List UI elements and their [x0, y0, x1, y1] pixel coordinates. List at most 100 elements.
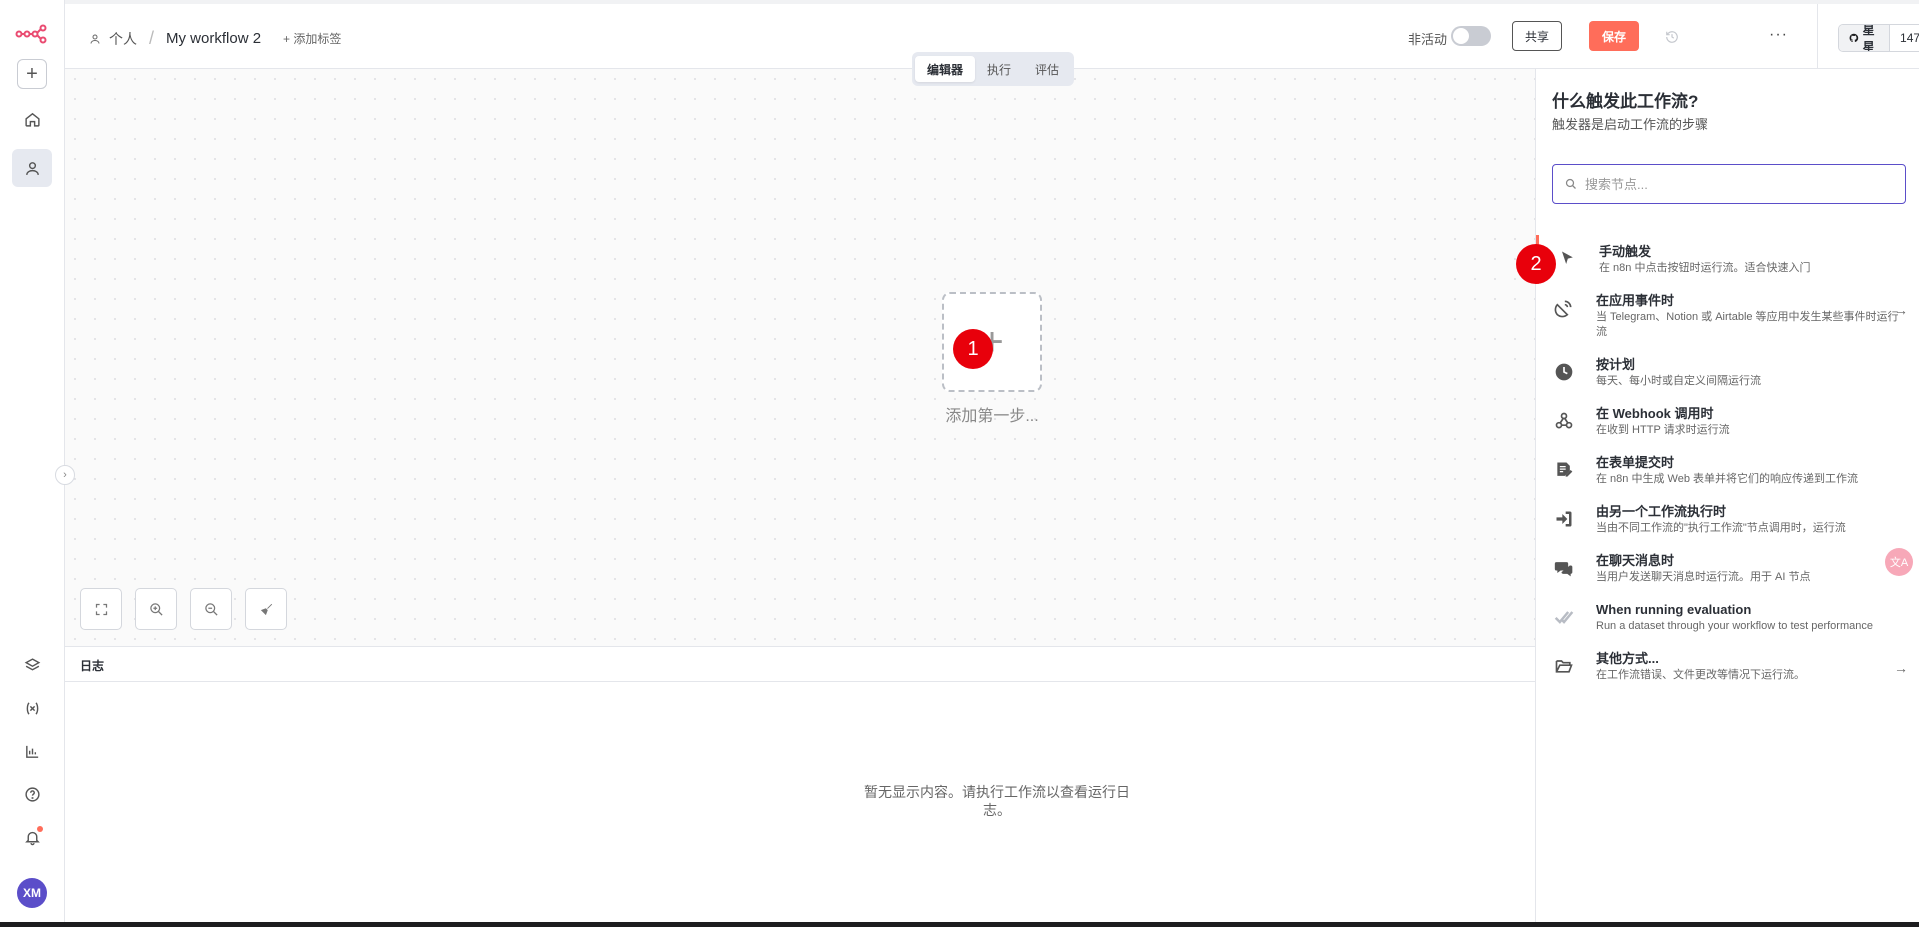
insights-button[interactable] [12, 732, 52, 770]
panel-subtitle: 触发器是启动工作流的步骤 [1552, 117, 1709, 132]
active-toggle[interactable] [1451, 26, 1491, 46]
n8n-app: + XM › 个人 / My workflow 2 + 添加标签 非活动 共享 … [0, 0, 1919, 927]
expand-sidebar-button[interactable]: › [55, 465, 75, 485]
more-options-button[interactable]: ··· [1769, 26, 1788, 44]
trigger-item-evaluation[interactable]: When running evaluation Run a dataset th… [1536, 593, 1919, 642]
toggle-knob [1453, 28, 1469, 44]
trigger-description: 当用户发送聊天消息时运行流。用于 AI 节点 [1596, 571, 1811, 583]
home-icon [24, 112, 40, 127]
user-icon [90, 34, 100, 44]
broom-icon [260, 603, 272, 615]
trigger-list: 手动触发 在 n8n 中点击按钮时运行流。适合快速入门 在应用事件时 当 Tel… [1536, 235, 1919, 691]
workflow-name[interactable]: My workflow 2 [166, 30, 261, 47]
help-icon [24, 786, 40, 802]
save-button[interactable]: 保存 [1589, 21, 1639, 51]
folder-open-icon [1552, 654, 1576, 678]
trigger-item-chat[interactable]: 在聊天消息时 当用户发送聊天消息时运行流。用于 AI 节点 [1536, 544, 1919, 593]
arrow-right-icon: → [1894, 660, 1908, 676]
translate-icon[interactable]: 文A [1885, 548, 1913, 576]
trigger-name: 由另一个工作流执行时 [1596, 504, 1727, 519]
add-first-step-label: 添加第一步... [945, 408, 1039, 425]
step-badge-1: 1 [953, 329, 993, 369]
step-badge-2: 2 [1516, 244, 1556, 284]
bottom-strip [0, 922, 1919, 927]
layers-icon [24, 657, 40, 671]
trigger-name: 在聊天消息时 [1596, 553, 1675, 568]
zoom-out-button[interactable] [190, 588, 232, 630]
breadcrumb-owner[interactable]: 个人 [109, 29, 137, 49]
trigger-item-manual[interactable]: 手动触发 在 n8n 中点击按钮时运行流。适合快速入门 [1536, 235, 1919, 284]
webhook-icon [1552, 409, 1576, 433]
github-star-label: 星星 [1862, 24, 1875, 52]
trigger-description: 在 n8n 中点击按钮时运行流。适合快速入门 [1599, 262, 1811, 274]
tab-executions[interactable]: 执行 [975, 56, 1023, 82]
arrow-right-icon: → [1894, 302, 1908, 318]
templates-button[interactable] [12, 646, 52, 684]
n8n-logo-icon[interactable] [15, 22, 47, 44]
trigger-panel: 什么触发此工作流? 触发器是启动工作流的步骤 手动触发 在 n8n 中点击按钮时… [1535, 69, 1919, 922]
trigger-description: 当 Telegram、Notion 或 Airtable 等应用中发生某些事件时… [1596, 311, 1899, 338]
search-icon [1565, 178, 1576, 189]
fit-view-icon [95, 603, 107, 615]
workflow-canvas[interactable] [65, 69, 1535, 646]
help-button[interactable] [12, 775, 52, 813]
sign-in-icon [1552, 507, 1576, 531]
trigger-description: 在收到 HTTP 请求时运行流 [1596, 424, 1730, 436]
trigger-description: 当由不同工作流的"执行工作流"节点调用时，运行流 [1596, 522, 1846, 534]
history-icon[interactable] [1665, 30, 1679, 44]
trigger-item-app-event[interactable]: 在应用事件时 当 Telegram、Notion 或 Airtable 等应用中… [1536, 284, 1919, 348]
breadcrumb: 个人 / My workflow 2 + 添加标签 [89, 28, 341, 49]
zoom-in-icon [149, 602, 163, 616]
trigger-name: 在应用事件时 [1596, 293, 1675, 308]
variables-button[interactable] [12, 689, 52, 727]
tab-evaluations[interactable]: 评估 [1023, 56, 1071, 82]
add-tag-button[interactable]: + 添加标签 [283, 30, 341, 47]
personal-button[interactable] [12, 149, 52, 187]
notifications-button[interactable] [12, 818, 52, 856]
trigger-item-schedule[interactable]: 按计划 每天、每小时或自定义间隔运行流 [1536, 348, 1919, 397]
search-field[interactable] [1552, 164, 1906, 204]
logs-title[interactable]: 日志 [65, 647, 1535, 682]
trigger-name: 在表单提交时 [1596, 455, 1675, 470]
check-double-icon [1552, 605, 1576, 629]
zoom-out-icon [204, 602, 218, 616]
zoom-in-button[interactable] [135, 588, 177, 630]
cursor-click-icon [1555, 247, 1579, 271]
trigger-item-sub-workflow[interactable]: 由另一个工作流执行时 当由不同工作流的"执行工作流"节点调用时，运行流 [1536, 495, 1919, 544]
search-input[interactable] [1585, 176, 1885, 192]
github-star-button[interactable]: 星星 [1839, 24, 1891, 52]
user-icon [25, 161, 39, 175]
trigger-name: 在 Webhook 调用时 [1596, 406, 1714, 421]
trigger-description: 在 n8n 中生成 Web 表单并将它们的响应传递到工作流 [1596, 473, 1858, 485]
trigger-description: Run a dataset through your workflow to t… [1596, 620, 1873, 632]
variables-icon [26, 701, 38, 715]
avatar[interactable]: XM [17, 878, 47, 908]
trigger-name: When running evaluation [1596, 602, 1752, 617]
logs-panel: 日志 暂无显示内容。请执行工作流以查看运行日志。 [65, 646, 1535, 927]
trigger-item-other[interactable]: 其他方式... 在工作流错误、文件更改等情况下运行流。 → [1536, 642, 1919, 691]
create-button[interactable]: + [17, 59, 47, 89]
trigger-description: 在工作流错误、文件更改等情况下运行流。 [1596, 669, 1805, 681]
trigger-item-form[interactable]: 在表单提交时 在 n8n 中生成 Web 表单并将它们的响应传递到工作流 [1536, 446, 1919, 495]
logs-empty-message: 暂无显示内容。请执行工作流以查看运行日志。 [864, 784, 1130, 818]
header-divider [1817, 4, 1818, 73]
github-star-widget[interactable]: 星星 147,647 [1838, 24, 1919, 52]
tab-editor[interactable]: 编辑器 [915, 56, 976, 82]
home-button[interactable] [12, 100, 52, 138]
active-status-label: 非活动 [1408, 32, 1448, 47]
notification-dot [37, 826, 43, 832]
view-tabs: 编辑器 执行 评估 [912, 52, 1075, 86]
fit-view-button[interactable] [80, 588, 122, 630]
trigger-name: 其他方式... [1596, 651, 1659, 666]
share-button[interactable]: 共享 [1512, 21, 1562, 51]
clock-icon [1552, 360, 1576, 384]
tidy-up-button[interactable] [245, 588, 287, 630]
trigger-item-webhook[interactable]: 在 Webhook 调用时 在收到 HTTP 请求时运行流 [1536, 397, 1919, 446]
trigger-name: 手动触发 [1599, 244, 1652, 259]
trigger-description: 每天、每小时或自定义间隔运行流 [1596, 375, 1761, 387]
breadcrumb-separator: / [149, 28, 155, 48]
form-icon [1552, 458, 1576, 482]
chart-icon [25, 745, 38, 758]
panel-title: 什么触发此工作流? [1552, 92, 1699, 111]
left-sidebar: + XM [0, 0, 65, 927]
